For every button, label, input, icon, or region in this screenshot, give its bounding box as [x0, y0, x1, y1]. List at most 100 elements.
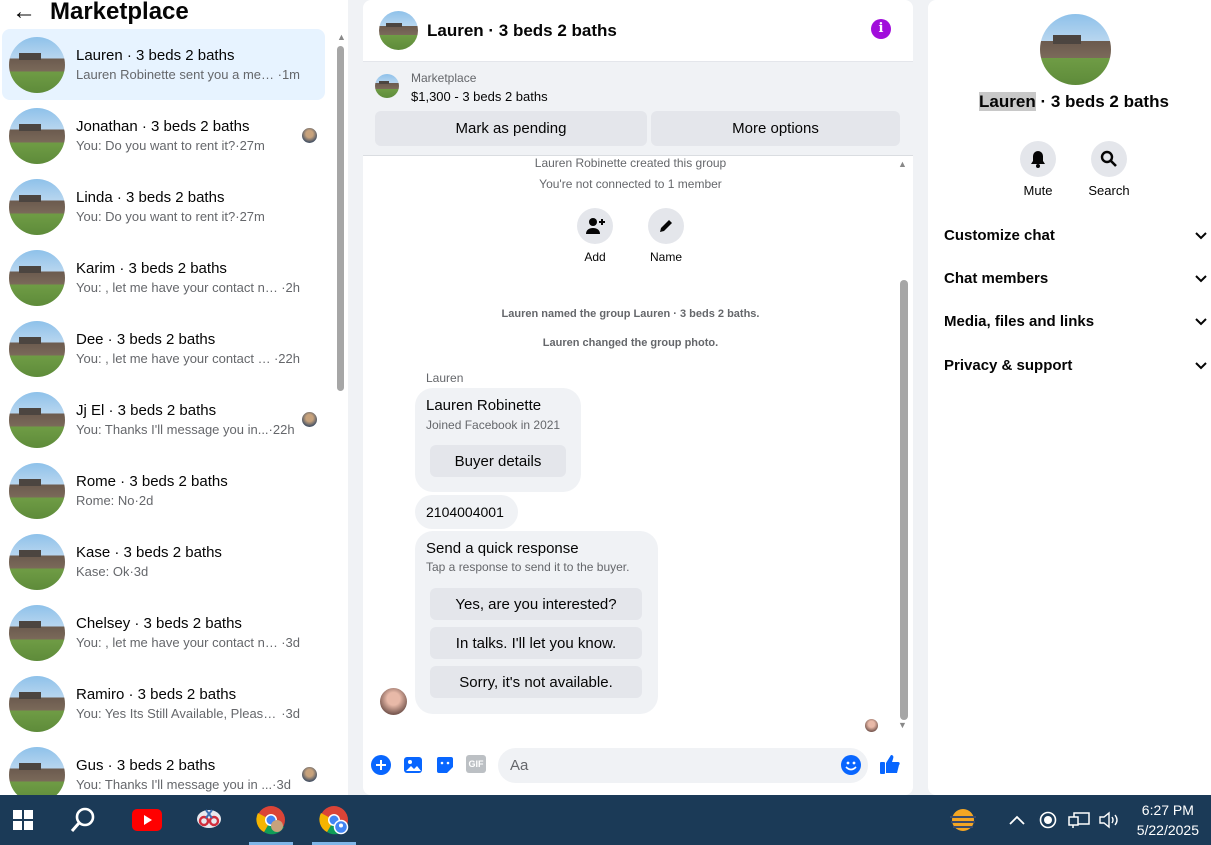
- emoji-icon[interactable]: [841, 755, 863, 777]
- conversation-item[interactable]: Dee · 3 beds 2 baths You: , let me have y…: [2, 313, 325, 384]
- privacy-support-section[interactable]: Privacy & support: [944, 357, 1211, 374]
- conversation-item[interactable]: Lauren · 3 beds 2 baths Lauren Robinette …: [2, 29, 325, 100]
- name-group-action[interactable]: Name: [636, 208, 696, 264]
- quick-response-subtitle: Tap a response to send it to the buyer.: [426, 560, 630, 574]
- conversation-avatar[interactable]: [9, 36, 65, 93]
- conversation-avatar[interactable]: [9, 533, 65, 590]
- record-icon[interactable]: [1036, 795, 1060, 845]
- conversation-item[interactable]: Jonathan · 3 beds 2 baths You: Do you wan…: [2, 100, 325, 171]
- group-title: Lauren · 3 beds 2 baths: [979, 92, 1169, 111]
- conversation-preview: You: , let me have your contact nu...: [76, 635, 282, 650]
- conversation-item[interactable]: Jj El · 3 beds 2 baths You: Thanks I'll m…: [2, 384, 325, 455]
- system-clock[interactable]: 6:27 PM 5/22/2025: [1137, 800, 1199, 840]
- quick-reply-in-talks-button[interactable]: In talks. I'll let you know.: [430, 627, 642, 659]
- chevron-up-icon[interactable]: [1005, 795, 1029, 845]
- conversation-item[interactable]: Kase · 3 beds 2 baths Kase: Ok ·3d: [2, 526, 325, 597]
- conversation-avatar[interactable]: [9, 604, 65, 661]
- conversation-name: Jj El · 3 beds 2 baths: [76, 402, 217, 419]
- conversation-item[interactable]: Chelsey · 3 beds 2 baths You: , let me ha…: [2, 597, 325, 668]
- conversation-item[interactable]: Rome · 3 beds 2 baths Rome: No ·2d: [2, 455, 325, 526]
- add-person-icon[interactable]: [577, 208, 613, 244]
- chrome-profile-icon[interactable]: [308, 795, 360, 845]
- conversation-preview: You: Do you want to rent it?: [76, 138, 236, 153]
- conversation-preview: You: Thanks I'll message you in ...: [76, 777, 273, 792]
- scroll-up-icon[interactable]: ▲: [898, 159, 907, 169]
- conversation-item[interactable]: Karim · 3 beds 2 baths You: , let me have…: [2, 242, 325, 313]
- conversation-item[interactable]: Linda · 3 beds 2 baths You: Do you want t…: [2, 171, 325, 242]
- chrome-icon[interactable]: [245, 795, 297, 845]
- weather-icon[interactable]: [940, 795, 986, 845]
- search-icon[interactable]: [1091, 141, 1127, 177]
- plus-icon[interactable]: [371, 755, 393, 777]
- sticker-icon[interactable]: [435, 755, 457, 777]
- thumbs-up-icon[interactable]: [879, 753, 901, 775]
- mark-as-pending-button[interactable]: Mark as pending: [375, 111, 647, 146]
- conversation-list-panel: ← Marketplace Lauren · 3 beds 2 baths Lau…: [0, 0, 348, 795]
- scroll-down-icon[interactable]: ▼: [898, 720, 907, 730]
- search-icon[interactable]: [60, 795, 106, 845]
- network-icon[interactable]: [1066, 795, 1092, 845]
- conversation-avatar[interactable]: [9, 178, 65, 235]
- conversation-preview: You: , let me have your contact nu...: [76, 351, 274, 366]
- profile-card-message: Lauren Robinette Joined Facebook in 2021…: [415, 388, 581, 492]
- volume-icon[interactable]: [1096, 795, 1122, 845]
- conversation-name: Karim · 3 beds 2 baths: [76, 260, 227, 277]
- listing-thumbnail[interactable]: [375, 74, 399, 98]
- conversation-item[interactable]: Gus · 3 beds 2 baths You: Thanks I'll mes…: [2, 739, 325, 795]
- search-button[interactable]: Search: [1079, 141, 1139, 198]
- scroll-up-icon[interactable]: ▲: [337, 32, 346, 42]
- name-label: Name: [649, 250, 682, 264]
- conversation-item[interactable]: Ramiro · 3 beds 2 baths You: Yes Its Stil…: [2, 668, 325, 739]
- conversation-avatar[interactable]: [9, 391, 65, 448]
- scrollbar-thumb[interactable]: [900, 280, 908, 720]
- conversation-avatar[interactable]: [9, 675, 65, 732]
- chat-members-section[interactable]: Chat members: [944, 270, 1211, 287]
- conversation-time: ·2h: [281, 280, 300, 295]
- scrollbar-thumb[interactable]: [337, 46, 344, 391]
- back-arrow-icon[interactable]: ←: [12, 0, 36, 26]
- bell-icon[interactable]: [1020, 141, 1056, 177]
- buyer-details-button[interactable]: Buyer details: [430, 445, 566, 477]
- conversation-list-scrollbar[interactable]: ▲: [336, 30, 346, 795]
- conversation-time: ·3d: [281, 635, 300, 650]
- system-message: Lauren changed the group photo.: [542, 337, 719, 349]
- snipping-tool-icon[interactable]: [186, 795, 232, 845]
- mute-button[interactable]: Mute: [1008, 141, 1068, 198]
- quick-reply-interested-button[interactable]: Yes, are you interested?: [430, 588, 642, 620]
- conversation-avatar[interactable]: [9, 107, 65, 164]
- conversation-preview: You: Do you want to rent it?: [76, 209, 236, 224]
- conversation-time: ·27m: [235, 209, 265, 224]
- conversation-avatar[interactable]: [9, 249, 65, 306]
- read-receipt-avatar: [302, 128, 317, 143]
- more-options-button[interactable]: More options: [651, 111, 900, 146]
- conversation-time: ·2d: [134, 493, 154, 508]
- phone-text: 2104004001: [426, 504, 504, 520]
- pencil-icon[interactable]: [648, 208, 684, 244]
- media-files-links-section[interactable]: Media, files and links: [944, 313, 1211, 330]
- add-member-action[interactable]: Add: [565, 208, 625, 264]
- conversation-time: ·22h: [268, 422, 295, 437]
- photo-icon[interactable]: [403, 755, 425, 777]
- sender-avatar[interactable]: [380, 688, 407, 715]
- windows-taskbar: 6:27 PM 5/22/2025: [0, 795, 1211, 845]
- gif-icon[interactable]: GIF: [466, 755, 488, 777]
- message-scrollbar[interactable]: ▲ ▼: [898, 156, 910, 736]
- chat-avatar[interactable]: [379, 11, 418, 50]
- info-icon[interactable]: i: [871, 19, 891, 39]
- message-input[interactable]: Aa: [498, 748, 868, 783]
- group-avatar[interactable]: [1040, 14, 1111, 85]
- youtube-icon[interactable]: [124, 795, 170, 845]
- conversation-time: ·3d: [129, 564, 149, 579]
- quick-response-message: Send a quick response Tap a response to …: [415, 531, 658, 714]
- conversation-avatar[interactable]: [9, 320, 65, 377]
- card-subtitle: Joined Facebook in 2021: [426, 418, 561, 432]
- system-message: Lauren Robinette created this group: [534, 156, 727, 170]
- windows-start-icon[interactable]: [0, 795, 46, 845]
- conversation-avatar[interactable]: [9, 462, 65, 519]
- chat-title[interactable]: Lauren · 3 beds 2 baths: [427, 21, 617, 41]
- customize-chat-section[interactable]: Customize chat: [944, 227, 1211, 244]
- listing-title[interactable]: $1,300 - 3 beds 2 baths: [411, 89, 548, 104]
- chevron-down-icon: [1195, 313, 1207, 330]
- quick-reply-not-available-button[interactable]: Sorry, it's not available.: [430, 666, 642, 698]
- conversation-avatar[interactable]: [9, 746, 65, 795]
